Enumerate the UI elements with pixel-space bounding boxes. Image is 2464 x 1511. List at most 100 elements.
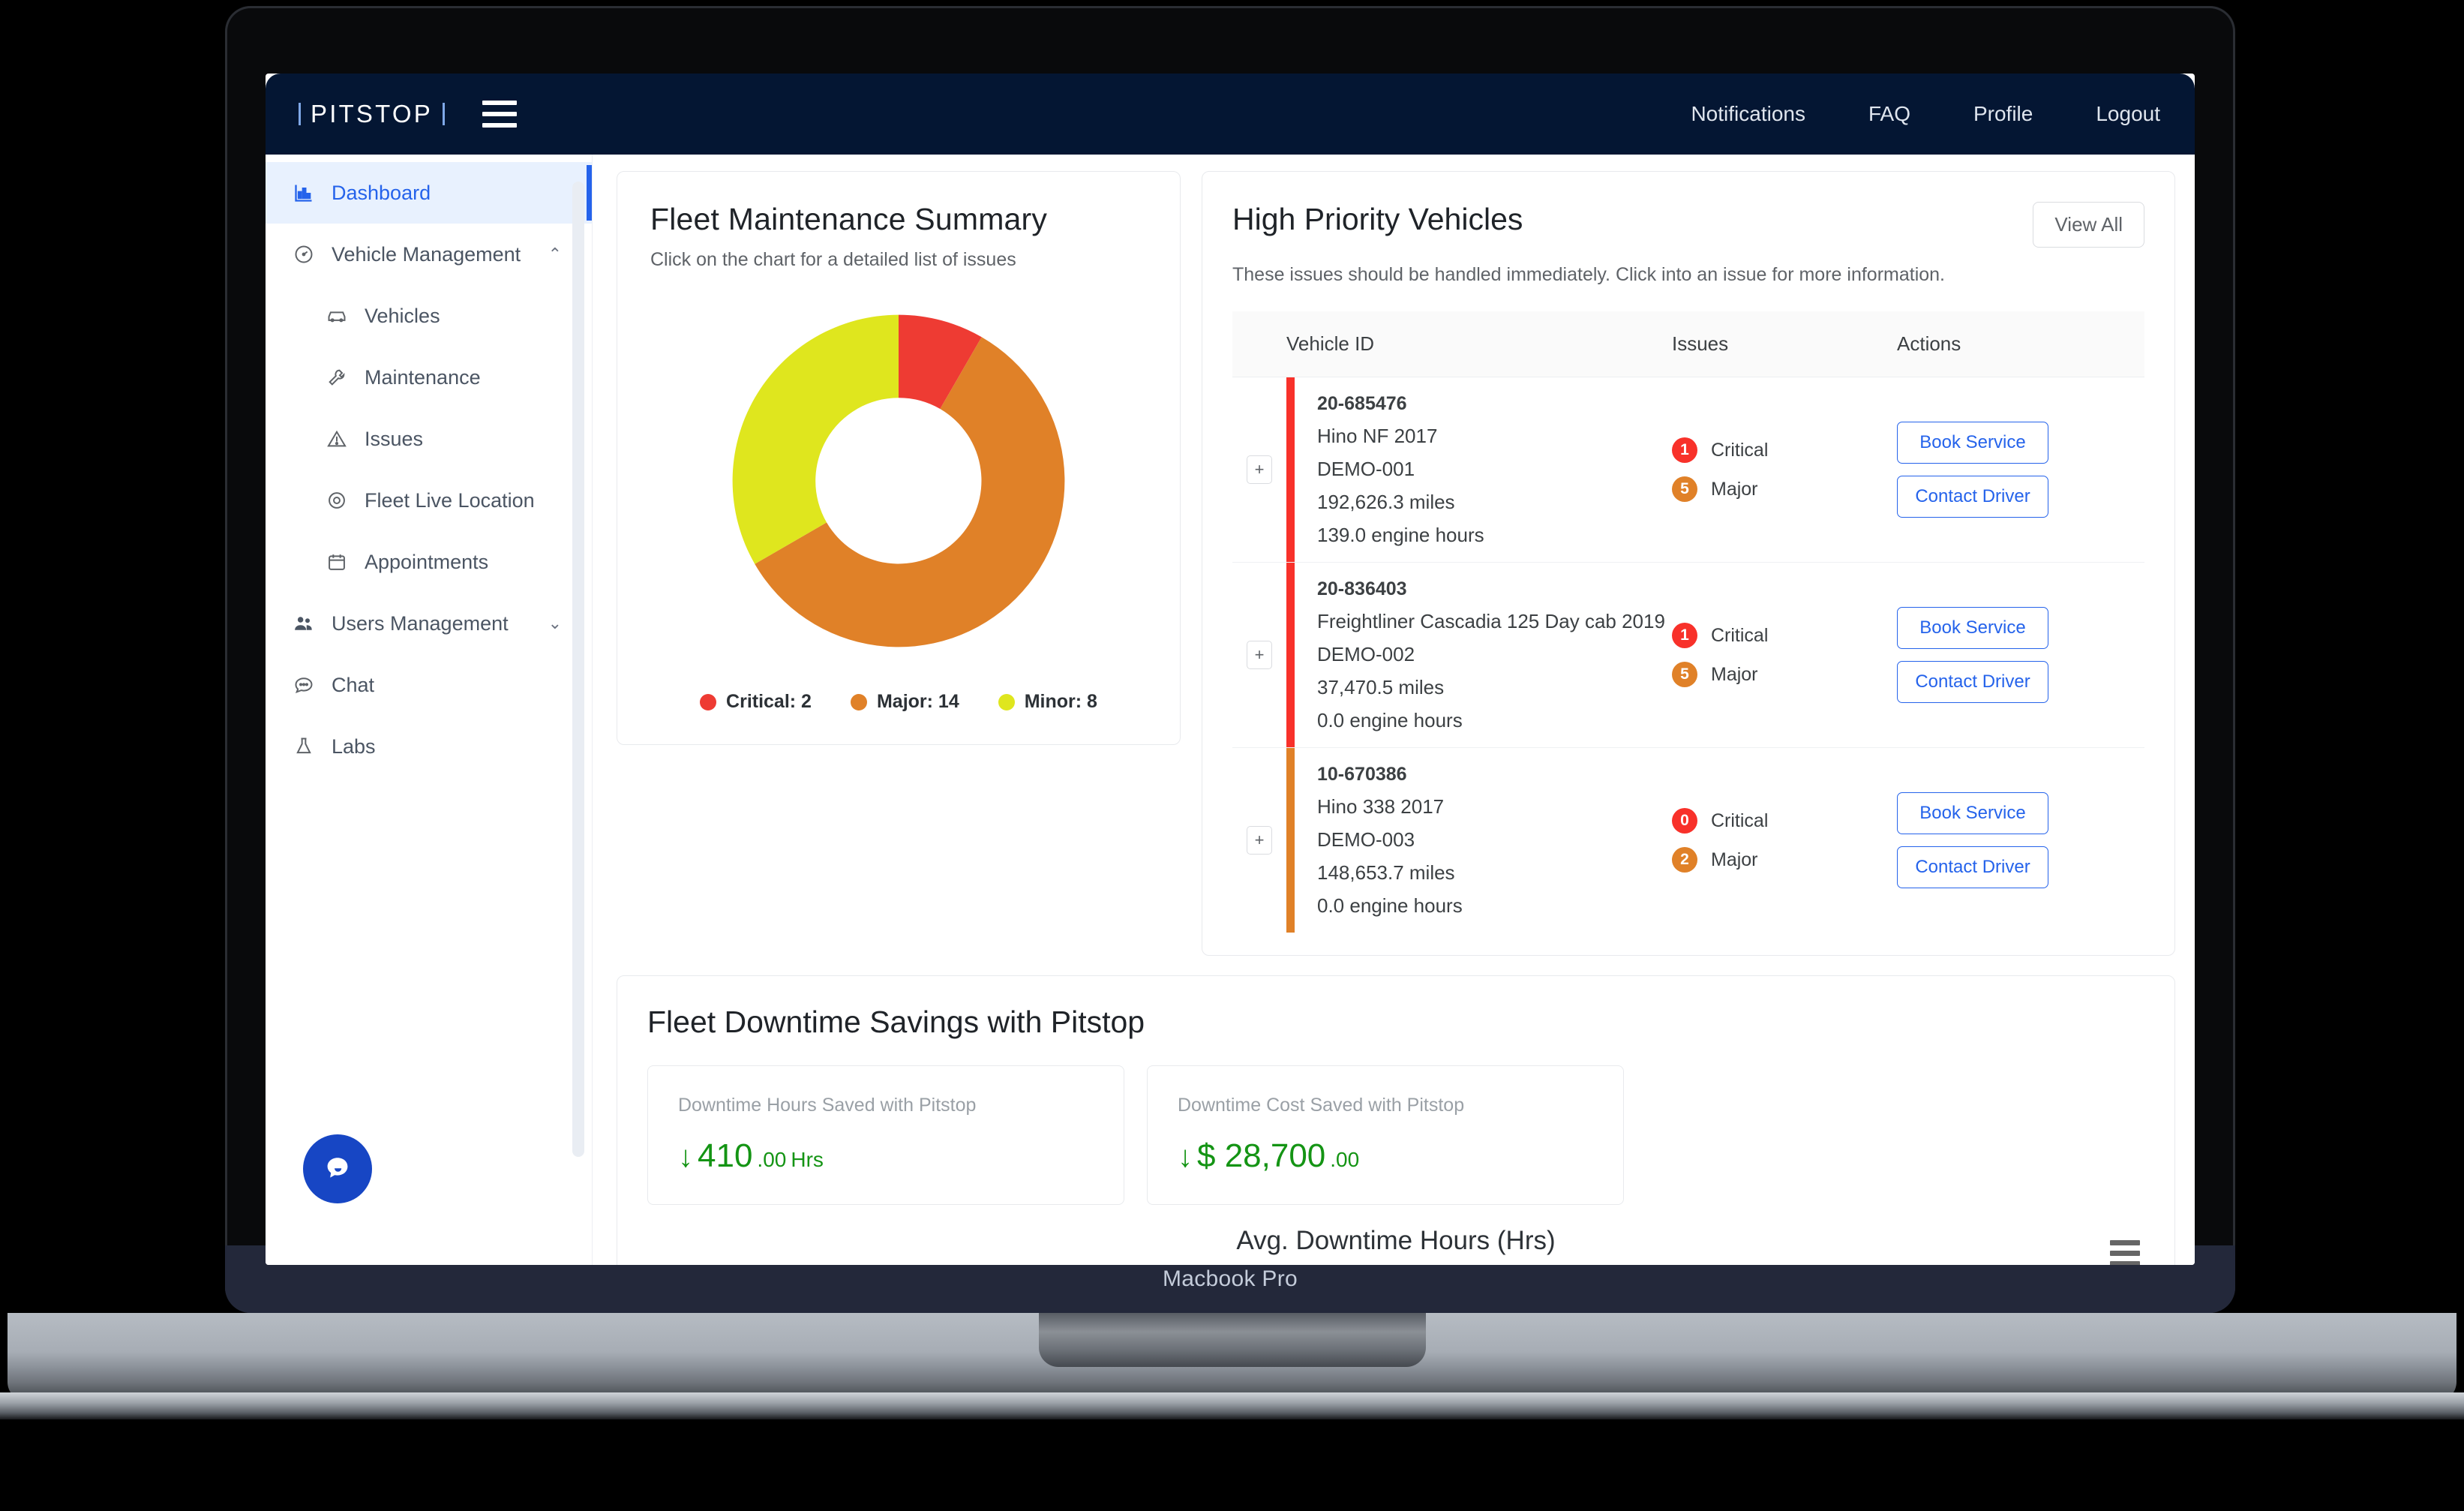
menu-line-3 [2110, 1261, 2140, 1265]
sidebar-item-label: Vehicle Management [332, 242, 521, 266]
legend-label-critical: Critical: 2 [726, 691, 812, 712]
status-badge: 5 [1672, 662, 1697, 687]
status-badge: 1 [1672, 623, 1697, 648]
donut-chart[interactable] [650, 296, 1147, 665]
table-row[interactable]: + 20-836403 Freightliner Cascadia 125 Da… [1232, 562, 2144, 748]
fleet-summary-subtitle: Click on the chart for a detailed list o… [650, 249, 1016, 270]
pitstop-logo[interactable]: PITSTOP [299, 100, 445, 128]
expand-row-button[interactable]: + [1247, 826, 1272, 855]
fleet-maintenance-summary-card: Fleet Maintenance Summary Click on the c… [617, 171, 1181, 745]
severity-indicator [1286, 377, 1295, 562]
sidebar: Dashboard Vehicle Management ⌃ Vehicles … [266, 155, 593, 1265]
legend-item-major[interactable]: Major: 14 [850, 691, 959, 713]
vehicle-demo-id: DEMO-002 [1317, 642, 1415, 665]
nav-link-faq[interactable]: FAQ [1868, 102, 1910, 126]
vehicle-engine-hours: 0.0 engine hours [1317, 894, 1463, 917]
sidebar-item-fleet-live-location[interactable]: Fleet Live Location [266, 470, 592, 531]
sidebar-item-issues[interactable]: Issues [266, 408, 592, 470]
vehicle-demo-id: DEMO-003 [1317, 828, 1415, 851]
high-priority-vehicles-card: High Priority Vehicles View All These is… [1202, 171, 2175, 956]
sidebar-item-labs[interactable]: Labs [266, 716, 592, 777]
kpi-value-decimal: .00 [1330, 1148, 1360, 1171]
table-row[interactable]: + 10-670386 Hino 338 2017 DEMO-003 148,6… [1232, 748, 2144, 933]
issue-label: Major [1711, 849, 1758, 870]
chat-icon [291, 674, 317, 696]
vehicle-id-cell: 20-836403 Freightliner Cascadia 125 Day … [1286, 562, 1672, 748]
issue-label: Major [1711, 478, 1758, 500]
sidebar-item-vehicle-management[interactable]: Vehicle Management ⌃ [266, 224, 592, 285]
chat-bubble-icon[interactable] [303, 1134, 372, 1203]
high-priority-table: Vehicle ID Issues Actions + 20-685476 Hi… [1232, 311, 2144, 933]
sidebar-item-maintenance[interactable]: Maintenance [266, 347, 592, 408]
legend-swatch-minor [998, 693, 1015, 710]
chevron-down-icon[interactable]: ⌄ [548, 614, 562, 633]
issue-label: Major [1711, 663, 1758, 685]
flask-icon [291, 735, 317, 758]
issue-critical[interactable]: 0 Critical [1672, 808, 1897, 834]
users-icon [291, 612, 317, 635]
expand-row-button[interactable]: + [1247, 455, 1272, 484]
nav-link-notifications[interactable]: Notifications [1691, 102, 1805, 126]
vehicle-model: Hino NF 2017 [1317, 424, 1438, 447]
vehicle-demo-id: DEMO-001 [1317, 457, 1415, 480]
book-service-button[interactable]: Book Service [1897, 607, 2048, 649]
legend-item-minor[interactable]: Minor: 8 [998, 691, 1097, 713]
main-content: Fleet Maintenance Summary Click on the c… [593, 155, 2195, 1265]
sidebar-item-dashboard[interactable]: Dashboard [266, 162, 592, 224]
issue-critical[interactable]: 1 Critical [1672, 623, 1897, 648]
issue-major[interactable]: 5 Major [1672, 476, 1897, 502]
legend-label-minor: Minor: 8 [1024, 691, 1097, 712]
kpi-value: 410 [698, 1137, 753, 1174]
kpi-value: $ 28,700 [1197, 1137, 1326, 1174]
view-all-button[interactable]: View All [2033, 202, 2144, 248]
issue-major[interactable]: 2 Major [1672, 847, 1897, 873]
hamburger-icon[interactable] [482, 101, 517, 128]
expand-cell: + [1232, 377, 1286, 563]
nav-link-logout[interactable]: Logout [2096, 102, 2160, 126]
sidebar-item-appointments[interactable]: Appointments [266, 531, 592, 593]
donut-chart-legend: Critical: 2 Major: 14 Minor: 8 [650, 691, 1147, 713]
contact-driver-button[interactable]: Contact Driver [1897, 476, 2048, 518]
sidebar-item-chat[interactable]: Chat [266, 654, 592, 716]
legend-swatch-major [850, 693, 867, 710]
hamburger-line-2 [482, 112, 517, 116]
expand-cell: + [1232, 748, 1286, 933]
app-screen: PITSTOP Notifications FAQ Profile Logout [266, 74, 2195, 1265]
issue-critical[interactable]: 1 Critical [1672, 437, 1897, 463]
hamburger-menu-icon[interactable] [2110, 1240, 2140, 1265]
location-icon [324, 489, 350, 512]
book-service-button[interactable]: Book Service [1897, 422, 2048, 464]
sidebar-item-vehicles[interactable]: Vehicles [266, 285, 592, 347]
donut-chart-svg[interactable] [714, 296, 1083, 665]
downtime-chart-title: Avg. Downtime Hours (Hrs) [1236, 1226, 1556, 1255]
expand-row-button[interactable]: + [1247, 641, 1272, 669]
legend-item-critical[interactable]: Critical: 2 [700, 691, 812, 713]
issue-label: Critical [1711, 624, 1769, 646]
vehicle-model: Hino 338 2017 [1317, 795, 1445, 818]
donut-slice-minor[interactable] [732, 314, 899, 564]
kpi-downtime-hours-saved: Downtime Hours Saved with Pitstop ↓ 410 … [647, 1065, 1124, 1205]
downtime-title: Fleet Downtime Savings with Pitstop [647, 1005, 1145, 1039]
book-service-button[interactable]: Book Service [1897, 792, 2048, 834]
sidebar-item-users-management[interactable]: Users Management ⌄ [266, 593, 592, 654]
sidebar-item-label: Issues [365, 427, 424, 450]
contact-driver-button[interactable]: Contact Driver [1897, 661, 2048, 703]
laptop-foot [0, 1392, 2464, 1419]
table-row[interactable]: + 20-685476 Hino NF 2017 DEMO-001 192,62… [1232, 377, 2144, 563]
kpi-value-decimal: .00 [757, 1148, 787, 1171]
status-badge: 0 [1672, 808, 1697, 834]
vehicle-id-cell: 10-670386 Hino 338 2017 DEMO-003 148,653… [1286, 748, 1672, 933]
sidebar-item-label: Labs [332, 734, 376, 758]
calendar-icon [324, 551, 350, 573]
nav-link-profile[interactable]: Profile [1973, 102, 2033, 126]
logo-left-bar [299, 103, 301, 125]
sidebar-scrollbar[interactable] [572, 182, 584, 1157]
chevron-up-icon[interactable]: ⌃ [548, 245, 562, 264]
severity-indicator [1286, 748, 1295, 933]
sidebar-item-label: Fleet Live Location [365, 488, 535, 512]
warning-icon [324, 428, 350, 450]
issue-major[interactable]: 5 Major [1672, 662, 1897, 687]
contact-driver-button[interactable]: Contact Driver [1897, 846, 2048, 888]
hamburger-line-1 [482, 101, 517, 105]
actions-cell: Book Service Contact Driver [1897, 377, 2144, 563]
